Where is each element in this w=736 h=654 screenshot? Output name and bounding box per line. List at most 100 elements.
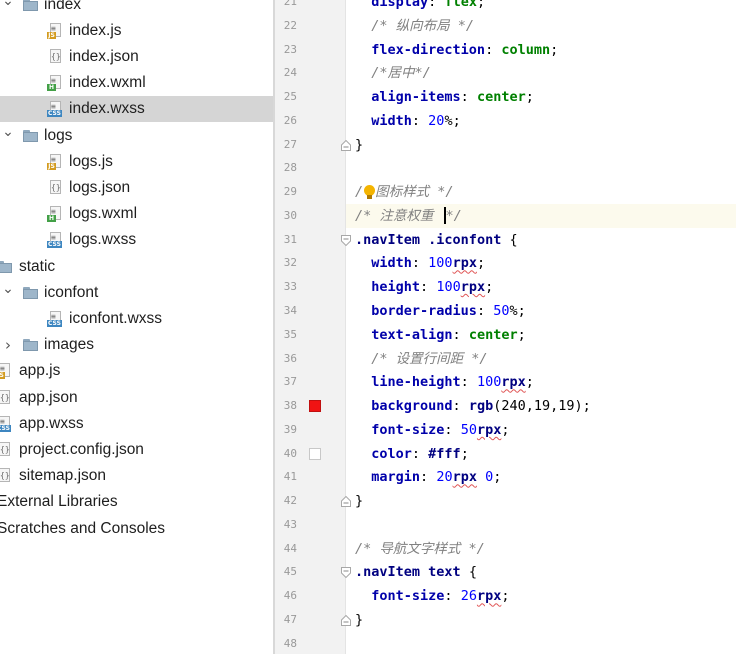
tree-item-label: logs.js: [69, 152, 113, 170]
code-line[interactable]: /* 设置行间距 */: [355, 347, 487, 371]
tree-item-scratches-and-consoles[interactable]: Scratches and Consoles: [0, 516, 273, 542]
tree-item-label: project.config.json: [19, 440, 144, 458]
code-line[interactable]: height: 100rpx;: [355, 275, 493, 299]
tree-item-index-wxss[interactable]: ≡ CSS index.wxss: [0, 96, 273, 123]
fold-start-icon[interactable]: [341, 567, 351, 579]
code-token: rgb: [468, 398, 494, 415]
chevron-down-icon[interactable]: ⌄: [2, 0, 14, 18]
tree-item-label: index.js: [69, 21, 122, 39]
code-token: text: [428, 564, 461, 581]
tree-item-logs[interactable]: ⌄ logs: [0, 123, 273, 149]
code-token: ;: [517, 326, 526, 343]
code-line[interactable]: /*居中*/: [355, 61, 431, 85]
chevron-down-icon[interactable]: ⌄: [2, 123, 14, 149]
code-token: 50: [493, 303, 510, 319]
tree-item-index-wxml[interactable]: ≡ H index.wxml: [0, 70, 273, 96]
css-file-icon: ≡CSS: [47, 101, 62, 118]
code-line[interactable]: /* 注意权重 */: [355, 204, 462, 228]
code-line[interactable]: flex-direction: column;: [355, 38, 558, 62]
code-line[interactable]: /* 纵向布局 */: [355, 14, 474, 38]
code-token: ;: [476, 0, 486, 10]
code-line[interactable]: }: [355, 489, 363, 513]
code-token: /* 注意权重: [355, 207, 442, 224]
tree-item-external-libraries[interactable]: External Libraries: [0, 489, 273, 515]
code-token: 20: [428, 112, 445, 129]
line-number: 39: [283, 422, 297, 436]
tree-item-index[interactable]: ⌄ index: [0, 0, 273, 18]
tree-item-static[interactable]: ⌄static: [0, 254, 273, 280]
code-token: :: [460, 89, 477, 106]
code-line[interactable]: font-size: 26rpx;: [355, 584, 509, 608]
chevron-right-icon[interactable]: ›: [2, 332, 14, 358]
tree-item-iconfont-wxss[interactable]: ≡ CSS iconfont.wxss: [0, 306, 273, 332]
tree-item-logs-wxml[interactable]: ≡ H logs.wxml: [0, 201, 273, 227]
code-line[interactable]: /* 导航文字样式 */: [355, 537, 485, 561]
code-line[interactable]: text-align: center;: [355, 323, 526, 347]
code-token: align-items: [371, 89, 461, 106]
color-swatch[interactable]: [309, 400, 321, 413]
tree-item-app-json[interactable]: {} app.json: [0, 385, 273, 411]
code-line[interactable]: }: [355, 133, 363, 157]
code-line[interactable]: width: 100rpx;: [355, 251, 485, 275]
folder-icon: [22, 0, 38, 13]
code-line[interactable]: font-size: 50rpx;: [355, 418, 509, 442]
code-line[interactable]: .navItem .iconfont {: [355, 228, 518, 252]
code-token: ;: [550, 41, 559, 58]
json-file-icon: {}: [0, 468, 12, 484]
code-editor[interactable]: display: flex; /* 纵向布局 */ flex-direction…: [275, 0, 736, 654]
chevron-down-icon[interactable]: ⌄: [2, 280, 14, 306]
tree-item-index-js[interactable]: ≡ JS index.js: [0, 18, 273, 44]
tree-item-logs-js[interactable]: ≡ JS logs.js: [0, 149, 273, 175]
line-number: 24: [283, 66, 297, 80]
code-token: ;: [460, 445, 469, 462]
fold-end-icon[interactable]: [341, 615, 351, 627]
tree-item-index-json[interactable]: {} index.json: [0, 44, 273, 70]
code-token: ;: [501, 588, 510, 605]
code-token: color: [371, 445, 412, 462]
tree-item-app-js[interactable]: ≡JS app.js: [0, 358, 273, 384]
tree-item-logs-wxss[interactable]: ≡ CSS logs.wxss: [0, 227, 273, 253]
code-token: center: [468, 326, 518, 343]
code-token: %: [444, 112, 453, 129]
line-number: 40: [283, 446, 297, 460]
css-file-icon: ≡CSS: [47, 310, 62, 327]
code-line[interactable]: }: [355, 608, 363, 632]
code-line[interactable]: display: flex;: [355, 0, 485, 14]
fold-start-icon[interactable]: [341, 234, 351, 246]
fold-end-icon[interactable]: [341, 139, 351, 151]
color-swatch[interactable]: [309, 447, 321, 460]
tree-item-app-wxss[interactable]: ≡CSS app.wxss: [0, 411, 273, 437]
code-line[interactable]: width: 20%;: [355, 109, 460, 133]
code-line[interactable]: margin: 20rpx 0;: [355, 465, 501, 489]
code-token: :: [452, 398, 469, 415]
code-line[interactable]: border-radius: 50%;: [355, 299, 525, 323]
lightbulb-icon[interactable]: [363, 184, 376, 200]
code-token: ;: [525, 89, 534, 106]
code-line[interactable]: color: #fff;: [355, 442, 469, 466]
tree-item-iconfont[interactable]: ⌄ iconfont: [0, 280, 273, 306]
code-line[interactable]: line-height: 100rpx;: [355, 370, 534, 394]
code-token: :: [420, 279, 437, 296]
code-token: column: [501, 41, 551, 58]
line-number: 34: [283, 304, 297, 317]
line-number: 37: [283, 375, 297, 389]
line-number: 22: [283, 18, 297, 32]
code-token: (240,19,19): [493, 398, 583, 415]
tree-item-sitemap-json[interactable]: {} sitemap.json: [0, 463, 273, 489]
code-line[interactable]: background: rgb(240,19,19);: [355, 394, 590, 418]
tree-item-project-config-json[interactable]: {} project.config.json: [0, 437, 273, 463]
tree-item-logs-json[interactable]: {} logs.json: [0, 175, 273, 201]
fold-end-icon[interactable]: [341, 496, 351, 508]
tree-item-images[interactable]: › images: [0, 332, 273, 358]
code-line[interactable]: / 图标样式 */: [355, 180, 454, 204]
code-line[interactable]: align-items: center;: [355, 85, 534, 109]
code-token: center: [476, 89, 526, 106]
code-line[interactable]: .navItem text {: [355, 560, 477, 584]
